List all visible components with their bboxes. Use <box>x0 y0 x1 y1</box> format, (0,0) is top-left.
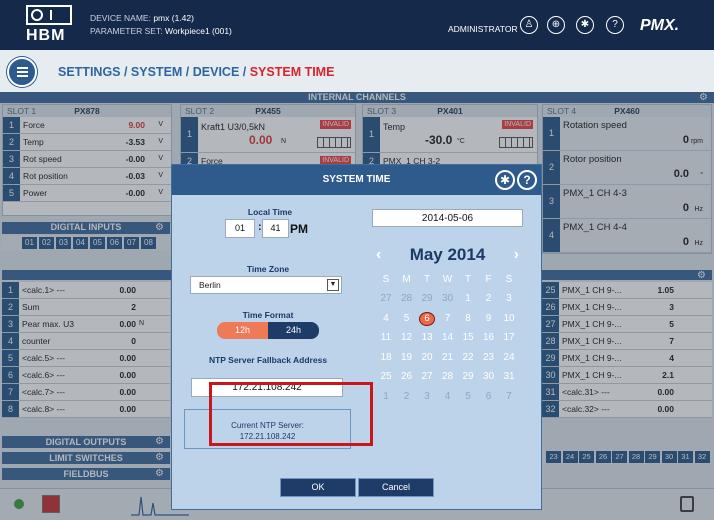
calendar-day[interactable]: 27 <box>417 370 437 384</box>
calendar-day[interactable]: 31 <box>499 370 519 384</box>
parameter-set-label: PARAMETER SET: <box>90 26 163 36</box>
ok-button[interactable]: OK <box>280 478 356 497</box>
globe-icon[interactable]: ⊕ <box>547 16 565 34</box>
parameter-set-value: Workpiece1 (001) <box>164 26 232 36</box>
cancel-button[interactable]: Cancel <box>358 478 434 497</box>
calendar-day[interactable]: 6 <box>479 390 499 404</box>
weekday-label: S <box>382 274 390 285</box>
menu-button[interactable] <box>7 57 37 87</box>
chevron-down-icon[interactable]: ▼ <box>327 279 339 291</box>
time-format-label: Time Format <box>242 310 294 320</box>
ampm-indicator[interactable]: PM <box>290 222 308 236</box>
app-header: HBM DEVICE NAME: pmx (1.42) PARAMETER SE… <box>0 0 714 50</box>
calendar-day[interactable]: 4 <box>438 390 458 404</box>
time-zone-label: Time Zone <box>246 264 290 274</box>
help-icon[interactable]: ? <box>517 170 537 190</box>
help-icon[interactable]: ? <box>606 16 624 34</box>
settings-icon[interactable]: ✱ <box>495 170 515 190</box>
calendar-day[interactable]: 22 <box>458 351 478 365</box>
calendar-day[interactable]: 12 <box>397 331 417 345</box>
prev-month-button[interactable]: ‹ <box>376 243 381 267</box>
breadcrumb: SETTINGS / SYSTEM / DEVICE / SYSTEM TIME <box>58 65 334 79</box>
calendar-day[interactable]: 4 <box>376 312 396 326</box>
user-label[interactable]: ADMINISTRATOR <box>448 24 518 34</box>
weekday-label: T <box>423 274 431 285</box>
format-12h-button[interactable]: 12h <box>217 322 268 339</box>
calendar-day[interactable]: 29 <box>458 370 478 384</box>
hbm-logo: HBM <box>26 5 72 45</box>
weekday-label: F <box>485 274 492 285</box>
calendar-day[interactable]: 29 <box>417 292 437 306</box>
app-window: { "header": { "logo_text": "HBM", "devic… <box>0 0 714 520</box>
calendar-day[interactable]: 11 <box>376 331 396 345</box>
weekday-label: W <box>442 274 453 285</box>
calendar-day[interactable]: 10 <box>499 312 519 326</box>
calendar-day[interactable]: 3 <box>417 390 437 404</box>
settings-icon[interactable]: ✱ <box>576 16 594 34</box>
calendar-month: May 2014 <box>409 245 486 264</box>
calendar-day[interactable]: 19 <box>397 351 417 365</box>
calendar-day[interactable]: 30 <box>479 370 499 384</box>
hour-input[interactable]: 01 <box>225 219 255 238</box>
minute-input[interactable]: 41 <box>262 219 289 238</box>
dialog-title: SYSTEM TIME <box>172 165 541 195</box>
calendar-day[interactable]: 7 <box>438 312 458 326</box>
breadcrumb-current: SYSTEM TIME <box>249 65 335 79</box>
format-24h-button[interactable]: 24h <box>268 322 319 339</box>
calendar-day[interactable]: 28 <box>438 370 458 384</box>
calendar-day[interactable]: 26 <box>397 370 417 384</box>
calendar-day[interactable]: 1 <box>458 292 478 306</box>
local-time-label: Local Time <box>247 207 293 217</box>
calendar-day[interactable]: 17 <box>499 331 519 345</box>
weekday-label: T <box>464 274 472 285</box>
calendar-day[interactable]: 2 <box>397 390 417 404</box>
calendar-nav: ‹ May 2014 › <box>372 243 523 267</box>
highlight-box <box>209 382 373 446</box>
calendar-day[interactable]: 25 <box>376 370 396 384</box>
weekday-label: M <box>402 274 411 285</box>
calendar-day[interactable]: 27 <box>376 292 396 306</box>
device-info: DEVICE NAME: pmx (1.42) PARAMETER SET: W… <box>90 12 232 38</box>
calendar-day[interactable]: 21 <box>438 351 458 365</box>
pmx-brand: PMX. <box>640 17 680 34</box>
calendar-day[interactable]: 5 <box>458 390 478 404</box>
calendar-day[interactable]: 14 <box>438 331 458 345</box>
calendar-day[interactable]: 24 <box>499 351 519 365</box>
calendar-day[interactable]: 23 <box>479 351 499 365</box>
calendar-day[interactable]: 3 <box>499 292 519 306</box>
breadcrumb-path[interactable]: SETTINGS / SYSTEM / DEVICE / <box>58 65 250 79</box>
device-name-label: DEVICE NAME: <box>90 13 151 23</box>
calendar-day[interactable]: 15 <box>458 331 478 345</box>
calendar-day[interactable]: 13 <box>417 331 437 345</box>
time-zone-select[interactable]: Berlin ▼ <box>190 276 342 294</box>
calendar-day[interactable]: 28 <box>397 292 417 306</box>
calendar-day[interactable]: 1 <box>376 390 396 404</box>
calendar-day[interactable]: 30 <box>438 292 458 306</box>
ntp-fallback-label: NTP Server Fallback Address <box>208 355 328 365</box>
time-zone-value: Berlin <box>199 280 221 290</box>
user-icon[interactable]: ♙ <box>520 16 538 34</box>
calendar-day[interactable]: 9 <box>479 312 499 326</box>
calendar-day[interactable]: 6 <box>417 311 437 326</box>
selected-day: 6 <box>419 311 435 326</box>
date-input[interactable]: 2014-05-06 <box>372 209 523 227</box>
device-name-value: pmx (1.42) <box>153 13 194 23</box>
next-month-button[interactable]: › <box>514 243 519 267</box>
calendar-day[interactable]: 16 <box>479 331 499 345</box>
calendar-day[interactable]: 20 <box>417 351 437 365</box>
system-time-dialog: SYSTEM TIME ✱ ? Local Time 01 : 41 PM Ti… <box>171 164 542 510</box>
calendar-day[interactable]: 5 <box>397 312 417 326</box>
calendar-day[interactable]: 8 <box>458 312 478 326</box>
weekday-label: S <box>505 274 513 285</box>
calendar-day[interactable]: 7 <box>499 390 519 404</box>
calendar-day[interactable]: 18 <box>376 351 396 365</box>
calendar-day[interactable]: 2 <box>479 292 499 306</box>
